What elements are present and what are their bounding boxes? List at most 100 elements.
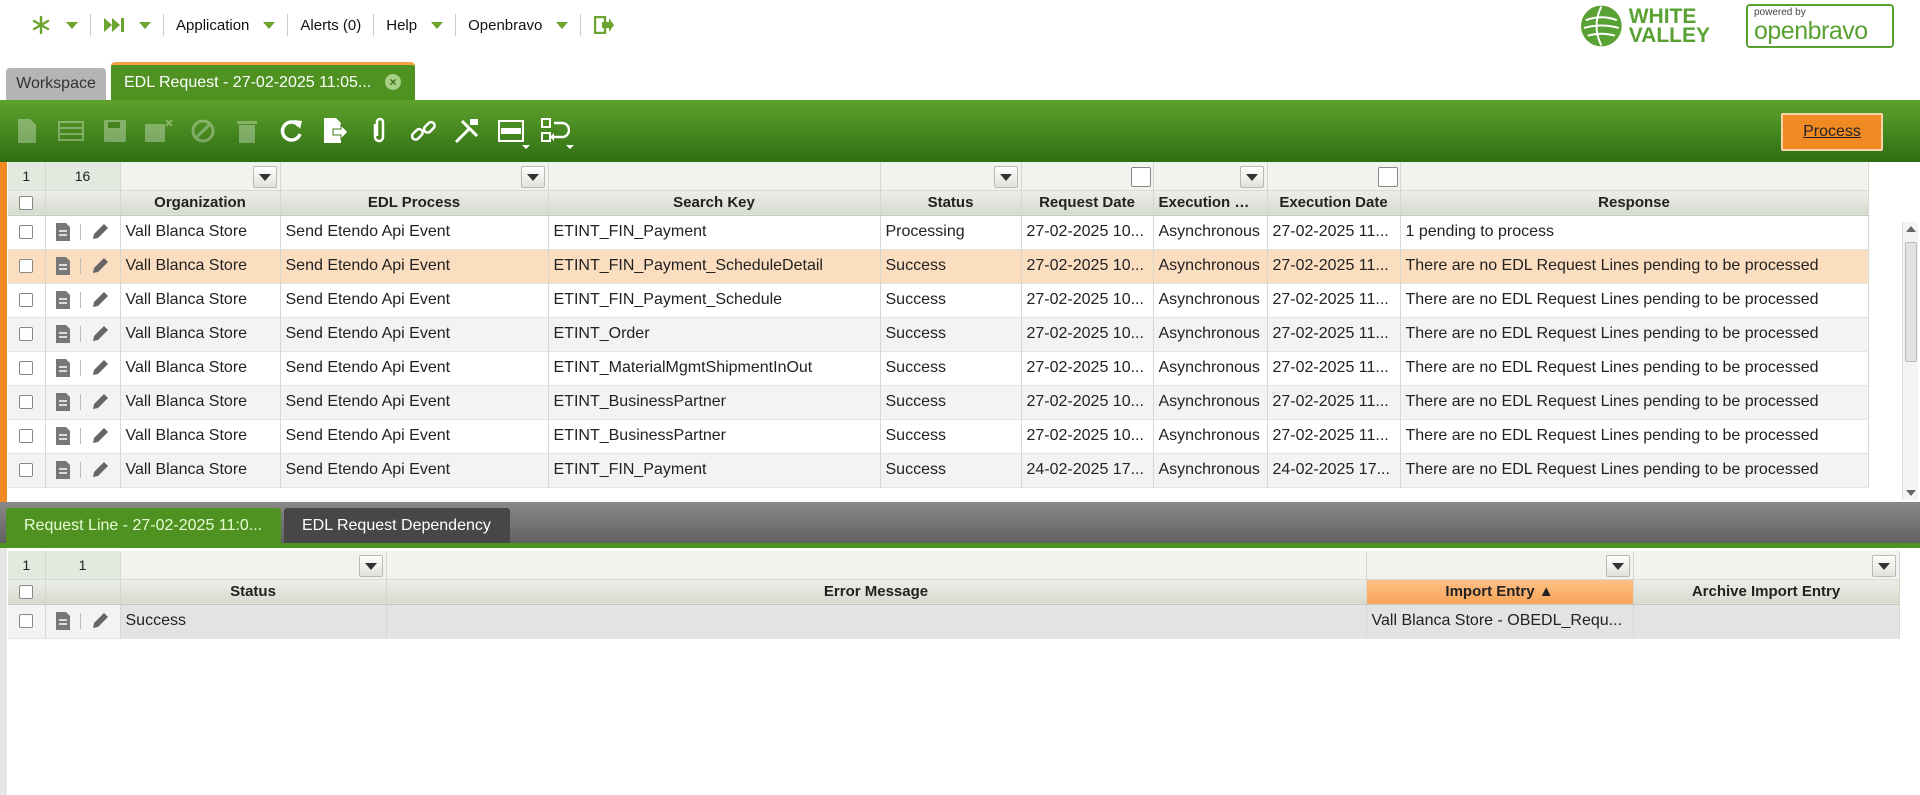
cell-organization[interactable]: Vall Blanca Store bbox=[120, 317, 281, 352]
filter-execution-date[interactable] bbox=[1267, 162, 1401, 191]
process-button[interactable]: Process bbox=[1781, 113, 1883, 151]
cell-request-date[interactable]: 27-02-2025 10... bbox=[1021, 351, 1154, 386]
cell-execution-mode[interactable]: Asynchronous bbox=[1153, 249, 1268, 284]
cell-organization[interactable]: Vall Blanca Store bbox=[120, 453, 281, 488]
delete-button[interactable] bbox=[228, 112, 266, 150]
tools-button[interactable] bbox=[448, 112, 486, 150]
refresh-button[interactable] bbox=[272, 112, 310, 150]
edit-pencil-icon[interactable] bbox=[90, 611, 110, 631]
alerts-link[interactable]: Alerts (0) bbox=[288, 14, 375, 36]
cell-import-entry[interactable]: Vall Blanca Store - OBEDL_Requ... bbox=[1366, 604, 1634, 639]
cell-status[interactable]: Success bbox=[880, 351, 1022, 386]
cell-edl-process[interactable]: Send Etendo Api Event bbox=[280, 453, 549, 488]
cell-response[interactable]: There are no EDL Request Lines pending t… bbox=[1400, 351, 1869, 386]
line-select-all-checkbox[interactable] bbox=[8, 579, 46, 605]
application-menu[interactable]: Application bbox=[164, 14, 289, 36]
cell-search-key[interactable]: ETINT_FIN_Payment bbox=[548, 453, 881, 488]
cell-execution-mode[interactable]: Asynchronous bbox=[1153, 419, 1268, 454]
cell-request-date[interactable]: 27-02-2025 10... bbox=[1021, 283, 1154, 318]
cell-execution-date[interactable]: 27-02-2025 11... bbox=[1267, 215, 1401, 250]
table-row[interactable]: Vall Blanca Store Send Etendo Api Event ET… bbox=[8, 385, 1869, 420]
cell-request-date[interactable]: 27-02-2025 10... bbox=[1021, 215, 1154, 250]
cell-request-date[interactable]: 24-02-2025 17... bbox=[1021, 453, 1154, 488]
table-row[interactable]: Vall Blanca Store Send Etendo Api Event ET… bbox=[8, 249, 1869, 284]
cell-status[interactable]: Success bbox=[880, 453, 1022, 488]
edit-pencil-icon[interactable] bbox=[90, 290, 110, 310]
cell-organization[interactable]: Vall Blanca Store bbox=[120, 351, 281, 386]
table-row[interactable]: Success Vall Blanca Store - OBEDL_Requ... bbox=[8, 604, 1900, 639]
edit-pencil-icon[interactable] bbox=[90, 256, 110, 276]
table-row[interactable]: Vall Blanca Store Send Etendo Api Event ET… bbox=[8, 453, 1869, 488]
cell-execution-mode[interactable]: Asynchronous bbox=[1153, 453, 1268, 488]
row-select-checkbox[interactable] bbox=[8, 283, 46, 318]
edit-pencil-icon[interactable] bbox=[90, 358, 110, 378]
cell-status[interactable]: Success bbox=[120, 604, 387, 639]
cell-response[interactable]: There are no EDL Request Lines pending t… bbox=[1400, 419, 1869, 454]
cell-response[interactable]: 1 pending to process bbox=[1400, 215, 1869, 250]
cell-search-key[interactable]: ETINT_FIN_Payment_Schedule bbox=[548, 283, 881, 318]
chevron-down-icon[interactable] bbox=[252, 166, 277, 189]
chevron-down-icon[interactable] bbox=[358, 555, 383, 578]
filter-response[interactable] bbox=[1400, 162, 1869, 191]
cell-response[interactable]: There are no EDL Request Lines pending t… bbox=[1400, 317, 1869, 352]
cell-execution-date[interactable]: 27-02-2025 11... bbox=[1267, 249, 1401, 284]
cell-execution-date[interactable]: 27-02-2025 11... bbox=[1267, 385, 1401, 420]
cell-execution-date[interactable]: 27-02-2025 11... bbox=[1267, 283, 1401, 318]
row-select-checkbox[interactable] bbox=[8, 351, 46, 386]
line-filter-error-message[interactable] bbox=[386, 551, 1367, 580]
clone-button[interactable] bbox=[536, 112, 574, 150]
cell-execution-date[interactable]: 24-02-2025 17... bbox=[1267, 453, 1401, 488]
open-form-icon[interactable] bbox=[55, 611, 71, 631]
open-form-icon[interactable] bbox=[55, 460, 71, 480]
cell-search-key[interactable]: ETINT_Order bbox=[548, 317, 881, 352]
cell-search-key[interactable]: ETINT_BusinessPartner bbox=[548, 385, 881, 420]
cell-edl-process[interactable]: Send Etendo Api Event bbox=[280, 351, 549, 386]
cell-edl-process[interactable]: Send Etendo Api Event bbox=[280, 283, 549, 318]
cell-status[interactable]: Success bbox=[880, 317, 1022, 352]
column-header-execution-date[interactable]: Execution Date bbox=[1267, 190, 1401, 216]
calendar-icon[interactable] bbox=[1377, 167, 1398, 188]
table-row[interactable]: Vall Blanca Store Send Etendo Api Event ET… bbox=[8, 351, 1869, 386]
cell-status[interactable]: Success bbox=[880, 249, 1022, 284]
cell-execution-mode[interactable]: Asynchronous bbox=[1153, 283, 1268, 318]
attachment-button[interactable] bbox=[360, 112, 398, 150]
cancel-button[interactable] bbox=[184, 112, 222, 150]
cell-status[interactable]: Processing bbox=[880, 215, 1022, 250]
column-header-status[interactable]: Status bbox=[880, 190, 1022, 216]
column-header-response[interactable]: Response bbox=[1400, 190, 1869, 216]
cell-search-key[interactable]: ETINT_FIN_Payment_ScheduleDetail bbox=[548, 249, 881, 284]
line-filter-status[interactable] bbox=[120, 551, 387, 580]
filter-edl-process[interactable] bbox=[280, 162, 549, 191]
cell-edl-process[interactable]: Send Etendo Api Event bbox=[280, 249, 549, 284]
cell-organization[interactable]: Vall Blanca Store bbox=[120, 419, 281, 454]
open-form-icon[interactable] bbox=[55, 358, 71, 378]
edit-pencil-icon[interactable] bbox=[90, 460, 110, 480]
column-header-edl-process[interactable]: EDL Process bbox=[280, 190, 549, 216]
select-all-checkbox[interactable] bbox=[8, 190, 46, 216]
cell-edl-process[interactable]: Send Etendo Api Event bbox=[280, 215, 549, 250]
undo-button[interactable] bbox=[140, 112, 178, 150]
cell-execution-mode[interactable]: Asynchronous bbox=[1153, 215, 1268, 250]
column-header-execution-mode[interactable]: Execution Mode bbox=[1153, 190, 1268, 216]
link-button[interactable] bbox=[404, 112, 442, 150]
open-form-icon[interactable] bbox=[55, 290, 71, 310]
chevron-down-icon[interactable] bbox=[66, 21, 78, 29]
help-menu[interactable]: Help bbox=[374, 14, 457, 36]
grid-toggle-button[interactable] bbox=[492, 112, 530, 150]
cell-status[interactable]: Success bbox=[880, 283, 1022, 318]
chevron-down-icon[interactable] bbox=[1605, 555, 1630, 578]
tab-edl-request[interactable]: EDL Request - 27-02-2025 11:05... × bbox=[111, 62, 415, 100]
open-form-icon[interactable] bbox=[55, 256, 71, 276]
cell-search-key[interactable]: ETINT_FIN_Payment bbox=[548, 215, 881, 250]
column-header-search-key[interactable]: Search Key bbox=[548, 190, 881, 216]
tab-workspace[interactable]: Workspace bbox=[6, 68, 106, 100]
cell-execution-date[interactable]: 27-02-2025 11... bbox=[1267, 351, 1401, 386]
cell-status[interactable]: Success bbox=[880, 385, 1022, 420]
filter-execution-mode[interactable] bbox=[1153, 162, 1268, 191]
row-select-checkbox[interactable] bbox=[8, 215, 46, 250]
table-row[interactable]: Vall Blanca Store Send Etendo Api Event ET… bbox=[8, 419, 1869, 454]
cell-request-date[interactable]: 27-02-2025 10... bbox=[1021, 385, 1154, 420]
cell-request-date[interactable]: 27-02-2025 10... bbox=[1021, 317, 1154, 352]
logout-button[interactable] bbox=[581, 14, 627, 36]
cell-archive-import-entry[interactable] bbox=[1633, 604, 1900, 639]
